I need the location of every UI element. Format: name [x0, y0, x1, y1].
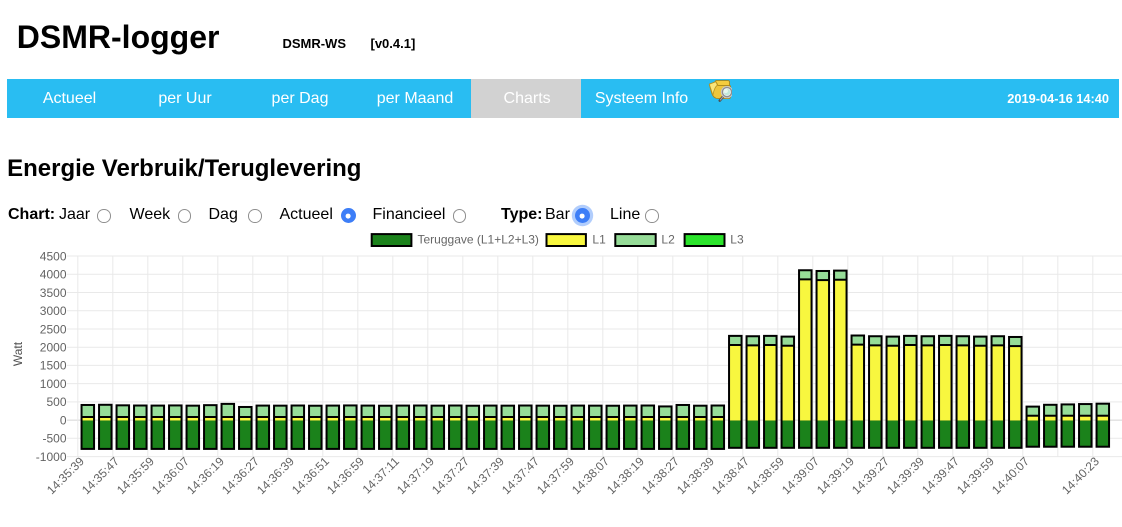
svg-text:14:39:59: 14:39:59: [954, 454, 997, 497]
svg-text:14:36:39: 14:36:39: [254, 454, 297, 497]
svg-text:14:39:47: 14:39:47: [919, 454, 962, 497]
svg-text:1000: 1000: [40, 377, 67, 391]
svg-text:14:39:19: 14:39:19: [814, 454, 857, 497]
svg-text:14:35:47: 14:35:47: [79, 454, 122, 497]
svg-text:14:37:19: 14:37:19: [394, 454, 437, 497]
svg-text:-500: -500: [42, 432, 66, 446]
svg-text:14:38:59: 14:38:59: [744, 454, 787, 497]
svg-text:14:40:23: 14:40:23: [1059, 454, 1102, 497]
svg-text:14:38:47: 14:38:47: [709, 454, 752, 497]
svg-text:-1000: -1000: [36, 450, 67, 464]
svg-text:14:37:27: 14:37:27: [429, 454, 472, 497]
svg-text:14:37:39: 14:37:39: [464, 454, 507, 497]
svg-text:500: 500: [46, 395, 66, 409]
svg-text:L3: L3: [730, 232, 744, 246]
svg-text:Teruggave (L1+L2+L3): Teruggave (L1+L2+L3): [418, 232, 539, 246]
svg-text:14:38:27: 14:38:27: [639, 454, 682, 497]
svg-text:14:36:51: 14:36:51: [289, 454, 332, 497]
svg-text:3000: 3000: [40, 304, 67, 318]
svg-text:3500: 3500: [40, 286, 67, 300]
svg-text:4500: 4500: [40, 249, 67, 263]
svg-text:2500: 2500: [40, 322, 67, 336]
svg-text:L1: L1: [592, 232, 606, 246]
svg-text:14:38:39: 14:38:39: [674, 454, 717, 497]
svg-text:14:37:59: 14:37:59: [534, 454, 577, 497]
svg-text:Watt: Watt: [11, 341, 25, 366]
svg-text:14:36:07: 14:36:07: [149, 454, 192, 497]
svg-text:14:39:07: 14:39:07: [779, 454, 822, 497]
svg-text:0: 0: [60, 413, 67, 427]
svg-text:14:38:19: 14:38:19: [604, 454, 647, 497]
svg-text:14:38:07: 14:38:07: [569, 454, 612, 497]
svg-text:14:36:59: 14:36:59: [324, 454, 367, 497]
svg-text:14:36:27: 14:36:27: [219, 454, 262, 497]
svg-text:L2: L2: [661, 232, 675, 246]
svg-text:14:36:19: 14:36:19: [184, 454, 227, 497]
svg-text:14:35:59: 14:35:59: [114, 454, 157, 497]
svg-text:14:40:07: 14:40:07: [989, 454, 1032, 497]
svg-text:14:39:39: 14:39:39: [884, 454, 927, 497]
svg-text:14:39:27: 14:39:27: [849, 454, 892, 497]
svg-text:1500: 1500: [40, 359, 67, 373]
svg-text:14:37:47: 14:37:47: [499, 454, 542, 497]
svg-text:2000: 2000: [40, 341, 67, 355]
svg-text:4000: 4000: [40, 268, 67, 282]
